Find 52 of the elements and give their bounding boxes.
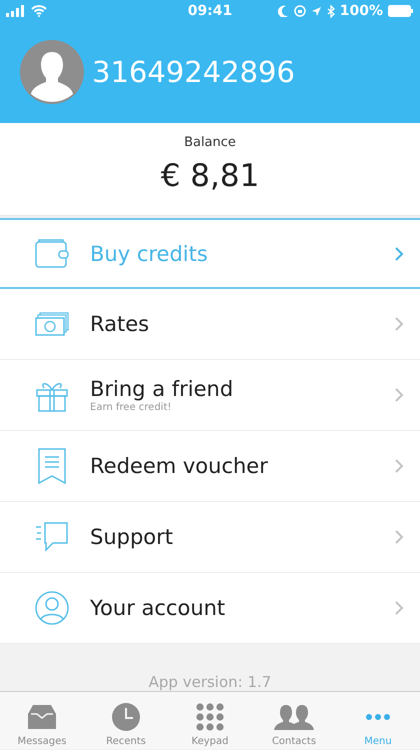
tab-label: Menu [364, 736, 392, 747]
balance-label: Balance [184, 135, 236, 150]
tab-item[interactable]: Recents [84, 692, 168, 749]
bluetooth-icon [326, 4, 335, 18]
keypad-icon [196, 703, 224, 731]
tab-label: Contacts [272, 736, 316, 747]
voucher-icon [37, 448, 67, 484]
speech-bubble-icon [35, 521, 69, 553]
tab-label: Recents [106, 736, 146, 747]
rotation-lock-icon [294, 5, 306, 17]
list-row[interactable]: Redeem voucher [0, 431, 420, 502]
list-row[interactable]: Support [0, 502, 420, 573]
phone-number: 31649242896 [92, 55, 295, 89]
menu-label: Support [90, 525, 174, 549]
menu-label: Buy credits [90, 242, 209, 266]
wallet-icon [35, 238, 69, 268]
user-icon [35, 591, 69, 625]
chevron-icon [395, 317, 404, 331]
tab-item[interactable]: Menu [336, 692, 420, 749]
tab-item[interactable]: Messages [0, 692, 84, 749]
clock-icon [111, 702, 141, 732]
banknote-icon [35, 312, 69, 336]
status-time: 09:41 [188, 3, 232, 19]
battery-percent: 100% [340, 3, 383, 19]
menu-label: Redeem voucher [90, 454, 269, 478]
chevron-icon [395, 530, 404, 544]
avatar-icon [20, 40, 84, 104]
menu-label: Bring a friend [90, 377, 234, 401]
menu-subtitle: Earn free credit! [90, 402, 172, 413]
chevron-icon [395, 601, 404, 615]
inbox-icon [27, 704, 57, 730]
tab-item[interactable]: Contacts [252, 692, 336, 749]
list-row[interactable]: Rates [0, 289, 420, 360]
chevron-icon [395, 388, 404, 402]
list-row[interactable]: Bring a friend Earn free credit! [0, 360, 420, 431]
moon-icon [278, 5, 289, 17]
location-icon [310, 6, 322, 16]
menu-label: Your account [90, 596, 226, 620]
tab-label: Keypad [192, 736, 228, 747]
wifi-icon [31, 5, 47, 17]
app-version: App version: 1.7 [148, 673, 272, 691]
chevron-icon [395, 459, 404, 473]
tab-item[interactable]: Keypad [168, 692, 252, 749]
list-row[interactable]: Buy credits [0, 218, 420, 289]
battery-icon [388, 5, 414, 17]
signal-icon [6, 5, 26, 17]
chevron-icon [395, 246, 404, 260]
balance-amount: € 8,81 [160, 158, 260, 194]
menu-label: Rates [90, 312, 150, 336]
more-icon [365, 713, 391, 721]
contacts-icon [274, 704, 314, 730]
tab-label: Messages [17, 736, 67, 747]
